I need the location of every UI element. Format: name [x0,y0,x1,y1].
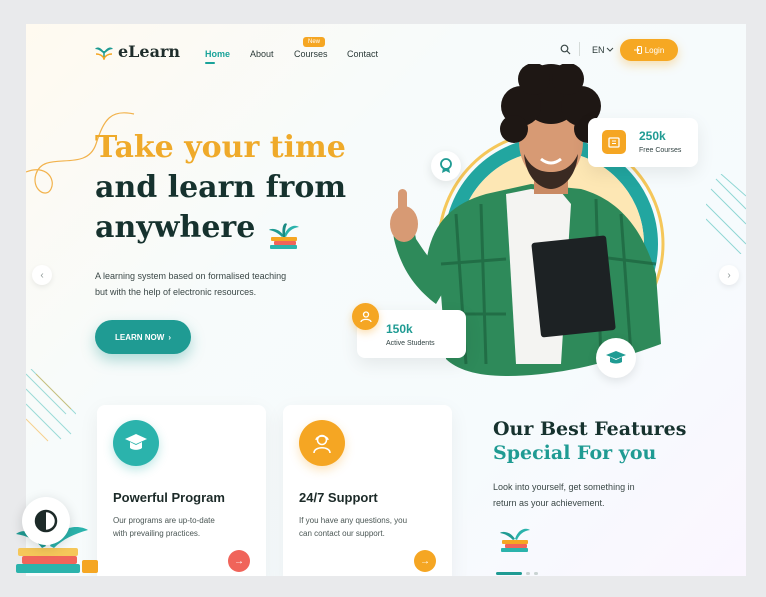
carousel-next-button[interactable]: › [719,265,739,285]
brand-logo[interactable]: eLearn [94,42,180,61]
feature-card-support: 24/7 Support If you have any questions, … [283,405,452,576]
features-description-line2: return as your achievement. [493,498,605,508]
students-icon-circle [352,303,379,330]
support-icon-circle [299,420,345,466]
courses-stat-label: Free Courses [639,147,682,154]
carousel-prev-button[interactable]: ‹ [32,265,52,285]
program-text-line2: with prevailing practices. [113,529,201,538]
nav-courses[interactable]: Courses [294,49,328,59]
decorative-stripes-left [26,369,76,442]
graduation-cap-icon [125,434,147,450]
pagination-dot[interactable] [526,572,530,575]
award-badge [431,151,461,181]
award-icon [440,158,452,173]
hero-title-line2: and learn from [95,170,347,205]
brand-name: eLearn [118,42,181,61]
support-title: 24/7 Support [299,490,378,505]
nav-divider [579,42,580,56]
program-icon-circle [113,420,159,466]
nav-active-indicator [205,62,215,64]
leaf-book-icon [95,46,113,60]
support-agent-icon [313,434,331,454]
nav-home[interactable]: Home [205,49,230,64]
program-title: Powerful Program [113,490,225,505]
feature-card-program: Powerful Program Our programs are up-to-… [97,405,266,576]
language-label: EN [592,45,605,55]
login-icon [633,46,642,54]
hero-description-line1: A learning system based on formalised te… [95,271,287,281]
book-icon [608,136,620,148]
graduation-badge [596,338,636,378]
arrow-right-icon: → [234,555,244,567]
program-text-line1: Our programs are up-to-date [113,516,215,525]
support-text-line2: can contact our support. [299,529,385,538]
learn-now-button[interactable]: LEARN NOW › [95,320,191,354]
nav-contact[interactable]: Contact [347,49,378,59]
landing-page: eLearn Home About New Courses Contact EN… [26,24,746,576]
chevron-right-icon: › [168,332,171,342]
chevron-left-icon: ‹ [40,269,44,281]
program-go-button[interactable]: → [228,550,250,572]
search-icon[interactable] [560,44,571,55]
students-stat-value: 150k [386,322,413,336]
courses-stat-value: 250k [639,129,666,143]
hero-description-line2: but with the help of electronic resource… [95,287,257,297]
pagination-dot[interactable] [534,572,538,575]
arrow-right-icon: → [420,555,430,567]
chevron-right-icon: › [727,269,731,281]
nav-about[interactable]: About [250,49,274,59]
support-text-line1: If you have any questions, you [299,516,408,525]
pagination-dot-active[interactable] [496,572,522,575]
support-go-button[interactable]: → [414,550,436,572]
login-label: Login [644,45,665,55]
theme-toggle-button[interactable] [22,497,70,545]
learn-now-label: LEARN NOW [115,332,165,342]
decorative-stripes-right [706,174,746,254]
new-badge: New [303,37,326,47]
hero-title-line3: anywhere [95,210,256,245]
courses-icon-box [602,130,626,154]
features-heading-line2: Special For you [493,442,657,464]
login-button[interactable]: Login [620,39,678,61]
plant-books-icon [269,223,299,249]
user-icon [359,310,372,322]
features-heading-line1: Our Best Features [493,418,687,440]
hero-title-line1: Take your time [95,130,346,165]
graduation-cap-icon [606,351,626,364]
students-stat-label: Active Students [386,340,435,347]
plant-books-icon [500,528,530,552]
language-selector[interactable]: EN [592,45,614,55]
chevron-down-icon [606,47,613,52]
contrast-icon [34,509,58,533]
courses-stat-card: 250k Free Courses [588,118,698,167]
features-description-line1: Look into yourself, get something in [493,482,635,492]
nav-home-label: Home [205,49,231,59]
